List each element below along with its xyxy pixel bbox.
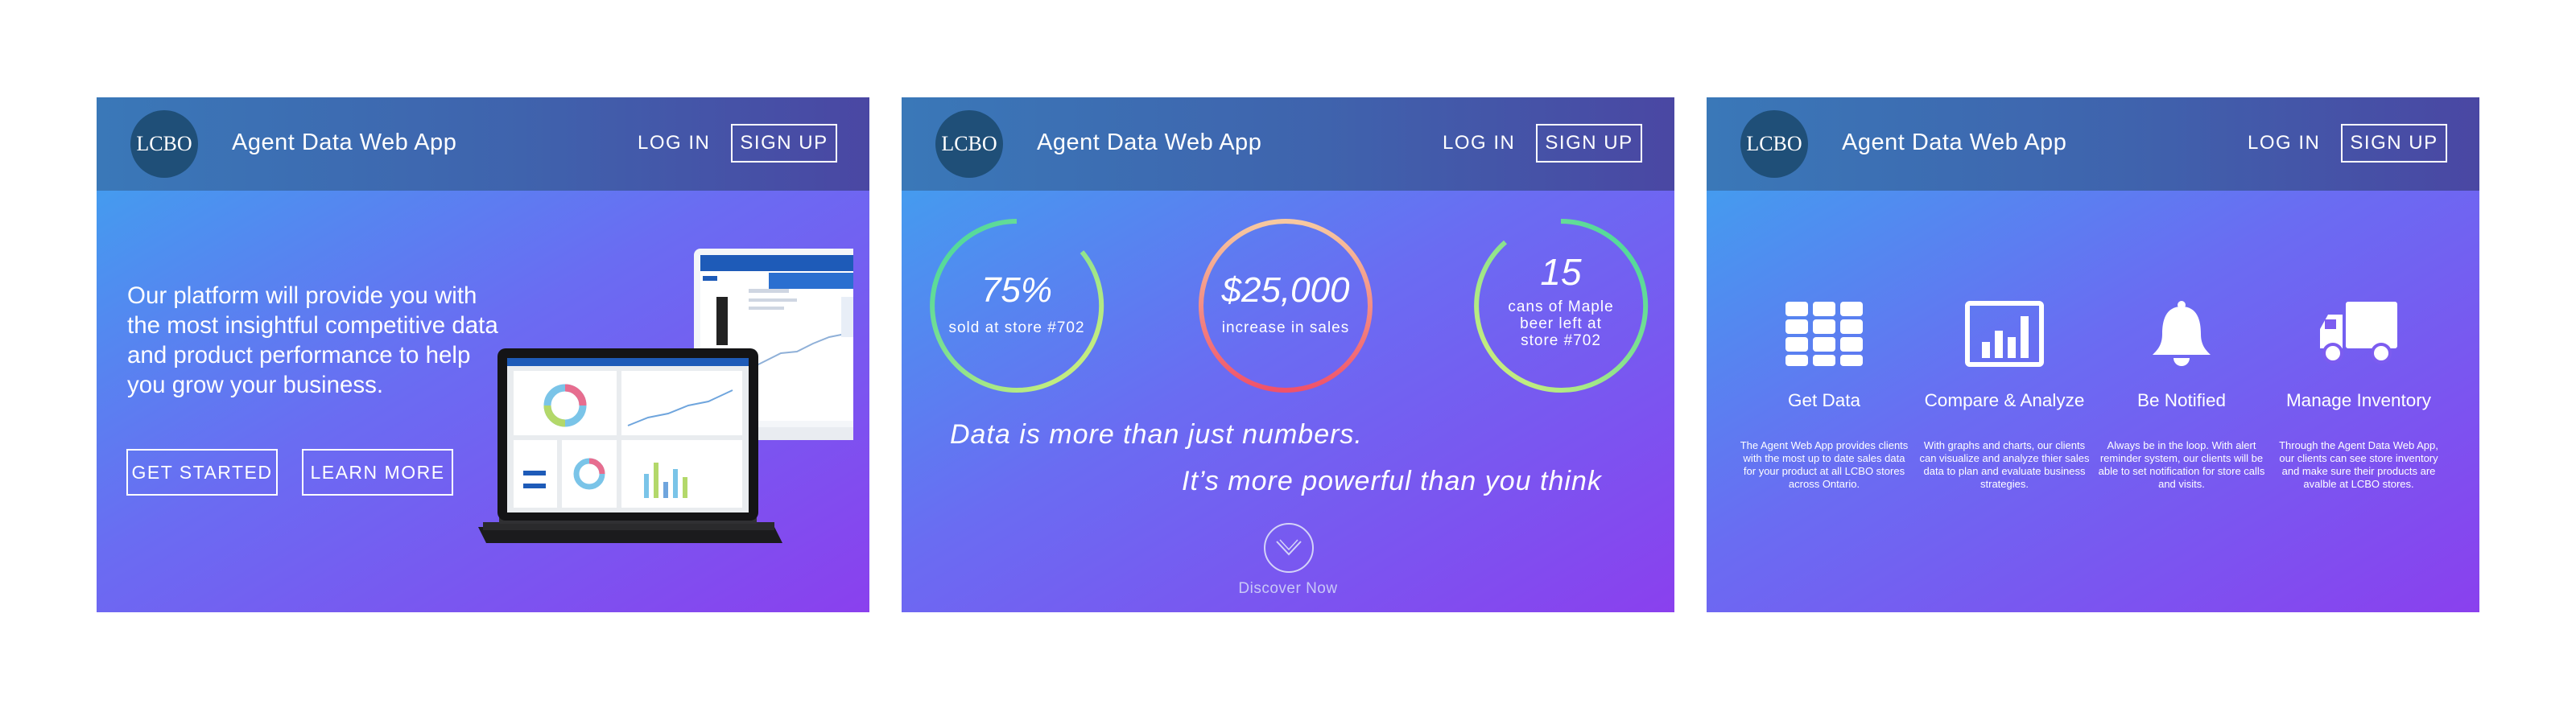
feature-title: Manage Inventory — [2285, 390, 2432, 410]
top-nav-bar: LCBO Agent Data Web App LOG IN SIGN UP — [1707, 97, 2479, 191]
tagline-line-2: It’s more powerful than you think — [1182, 466, 1602, 496]
device-mockup-illustration — [478, 249, 853, 543]
discover-now-link[interactable]: Discover Now — [1208, 580, 1368, 598]
login-link[interactable]: LOG IN — [638, 132, 710, 154]
landing-panel-intro: LCBO Agent Data Web App LOG IN SIGN UP O… — [97, 97, 869, 612]
stat-caption: sold at store #702 — [948, 319, 1085, 336]
landing-panel-features: LCBO Agent Data Web App LOG IN SIGN UP G… — [1707, 97, 2479, 612]
signup-button[interactable]: SIGN UP — [731, 124, 837, 163]
stat-caption: increase in sales — [1221, 319, 1350, 336]
app-title: Agent Data Web App — [1037, 130, 1262, 155]
feature-description: Always be in the loop. With alert remind… — [2098, 439, 2265, 490]
laptop-front — [478, 348, 782, 543]
stat-value: 75% — [980, 270, 1053, 310]
feature-description: With graphs and charts, our clients can … — [1919, 439, 2090, 490]
feature-title: Get Data — [1787, 390, 1861, 410]
landing-panel-stats: LCBO Agent Data Web App LOG IN SIGN UP 7… — [902, 97, 1674, 612]
app-title: Agent Data Web App — [1842, 130, 2067, 155]
learn-more-button[interactable]: LEARN MORE — [302, 449, 453, 496]
bell-icon — [2153, 301, 2211, 366]
login-link[interactable]: LOG IN — [2248, 132, 2320, 154]
get-started-button[interactable]: GET STARTED — [126, 449, 278, 496]
stat-value: 15 — [1540, 251, 1582, 293]
app-title: Agent Data Web App — [232, 130, 457, 155]
stat-value: $25,000 — [1221, 270, 1350, 310]
top-nav-bar: LCBO Agent Data Web App LOG IN SIGN UP — [902, 97, 1674, 191]
truck-icon — [2320, 302, 2397, 364]
signup-button[interactable]: SIGN UP — [1536, 124, 1642, 163]
feature-description: Through the Agent Data Web App, our clie… — [2279, 439, 2438, 490]
hero-headline: Our platform will provide you with the m… — [127, 282, 498, 398]
feature-description: The Agent Web App provides clients with … — [1740, 439, 1909, 490]
feature-title: Compare & Analyze — [1924, 390, 2085, 410]
signup-button[interactable]: SIGN UP — [2341, 124, 2447, 163]
bar-chart-icon — [1965, 301, 2044, 367]
tagline-line-1: Data is more than just numbers. — [950, 419, 1363, 450]
stat-caption: cans of Maple beer left at store #702 — [1508, 298, 1614, 349]
chevron-down-icon[interactable] — [1263, 522, 1315, 574]
login-link[interactable]: LOG IN — [1443, 132, 1515, 154]
lcbo-logo[interactable]: LCBO — [935, 110, 1003, 178]
lcbo-logo[interactable]: LCBO — [130, 110, 198, 178]
lcbo-logo[interactable]: LCBO — [1740, 110, 1808, 178]
feature-title: Be Notified — [2136, 390, 2227, 410]
top-nav-bar: LCBO Agent Data Web App LOG IN SIGN UP — [97, 97, 869, 191]
grid-icon — [1785, 302, 1863, 366]
